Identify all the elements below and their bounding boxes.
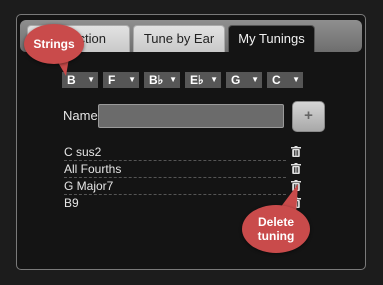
string-3-select[interactable]: B♭ ▼ [144,72,180,88]
tuning-list-item[interactable]: C sus2 [64,145,286,161]
string-4-note: E♭ [190,73,204,87]
string-2-select[interactable]: F ▼ [103,72,139,88]
name-label: Name [63,108,98,123]
chevron-down-icon: ▼ [210,75,218,84]
delete-tuning-callout-label: Delete tuning [257,215,295,243]
string-4-select[interactable]: E♭ ▼ [185,72,221,88]
tuning-name: All Fourths [64,162,122,176]
tab-tune-by-ear[interactable]: Tune by Ear [133,25,225,52]
string-5-note: G [231,73,241,87]
tab-my-tunings[interactable]: My Tunings [228,25,315,52]
string-6-note: C [272,73,281,87]
tuning-list-item[interactable]: All Fourths [64,162,286,178]
tuning-name: G Major7 [64,179,114,193]
strings-callout-label: Strings [33,37,75,51]
chevron-down-icon: ▼ [292,75,300,84]
add-tuning-button[interactable]: + [292,101,325,132]
chevron-down-icon: ▼ [251,75,259,84]
trash-icon[interactable] [291,163,301,174]
string-2-note: F [108,73,116,87]
strings-callout: Strings [24,24,84,64]
string-6-select[interactable]: C ▼ [267,72,303,88]
chevron-down-icon: ▼ [128,75,136,84]
trash-icon[interactable] [291,146,301,157]
string-3-note: B♭ [149,73,164,87]
tuning-list-item[interactable]: B9 [64,196,286,212]
string-5-select[interactable]: G ▼ [226,72,262,88]
delete-tuning-callout: Delete tuning [242,205,310,253]
tuning-name: C sus2 [64,145,102,159]
tuning-name: B9 [64,196,79,210]
chevron-down-icon: ▼ [169,75,177,84]
chevron-down-icon: ▼ [87,75,95,84]
tuning-name-input[interactable] [98,104,284,128]
tuning-list-item[interactable]: G Major7 [64,179,286,195]
